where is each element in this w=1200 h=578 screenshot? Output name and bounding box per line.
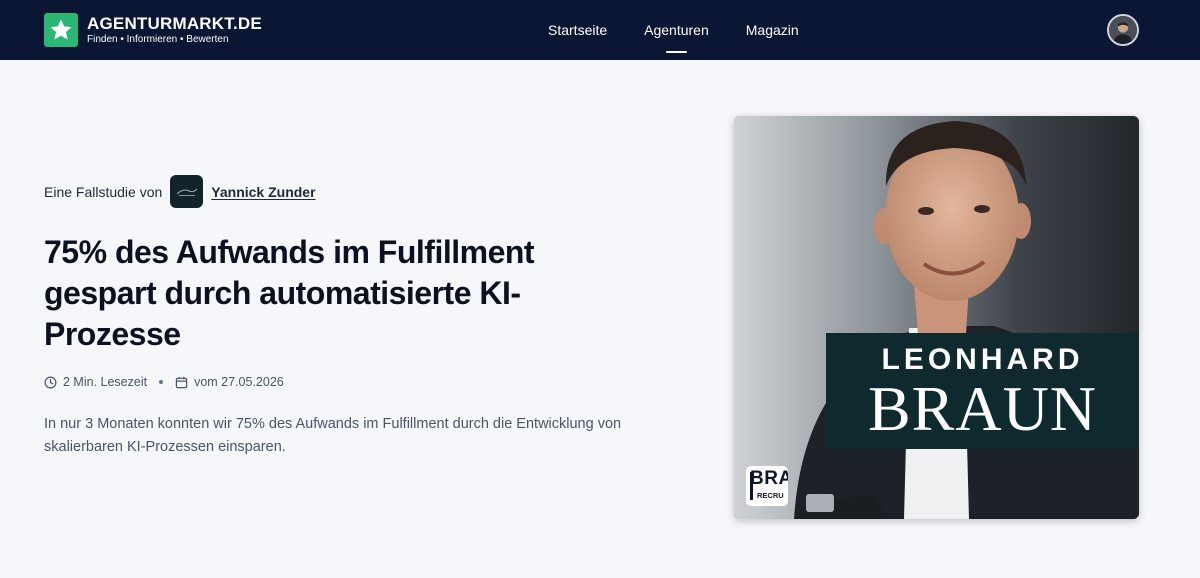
name-banner: LEONHARD BRAUN [826, 333, 1139, 449]
user-avatar[interactable] [1107, 14, 1139, 46]
portrait-first-name: LEONHARD [881, 343, 1084, 376]
case-study-summary: In nur 3 Monaten konnten wir 75% des Auf… [44, 416, 622, 455]
badge-subtitle: RECRU [757, 491, 784, 500]
reading-time: 2 Min. Lesezeit [63, 375, 148, 389]
portrait-photo [734, 116, 1139, 519]
main-nav: Startseite Agenturen Magazin [548, 0, 799, 60]
case-study-image: LEONHARD BRAUN BRA RECRU [734, 116, 1139, 519]
top-navigation: AGENTURMARKT.DE Finden • Informieren • B… [0, 0, 1200, 60]
brand-logo-link[interactable]: AGENTURMARKT.DE Finden • Informieren • B… [44, 13, 262, 47]
badge-title: BRA [750, 468, 788, 489]
case-study-title: 75% des Aufwands im Fulfillment gespart … [44, 234, 535, 352]
case-study-meta: 2 Min. Lesezeit vom 27.05.2026 [44, 375, 284, 389]
brand-name: AGENTURMARKT.DE [87, 14, 262, 33]
publish-date: vom 27.05.2026 [194, 375, 284, 389]
author-line: Eine Fallstudie von Yannick Zunder [44, 175, 316, 208]
agency-logo[interactable] [170, 175, 204, 208]
calendar-icon [175, 376, 188, 389]
author-prefix: Eine Fallstudie von [44, 183, 163, 200]
clock-icon [44, 376, 57, 389]
nav-link-magazin[interactable]: Magazin [746, 22, 799, 38]
agency-name-link[interactable]: Yannick Zunder [211, 184, 315, 200]
nav-link-startseite[interactable]: Startseite [548, 22, 607, 38]
star-icon [44, 13, 78, 47]
company-badge: BRA RECRU [746, 466, 788, 506]
brand-tagline: Finden • Informieren • Bewerten [87, 34, 229, 45]
nav-link-agenturen[interactable]: Agenturen [644, 22, 709, 53]
portrait-last-name: BRAUN [867, 373, 1098, 444]
meta-separator [159, 380, 164, 384]
